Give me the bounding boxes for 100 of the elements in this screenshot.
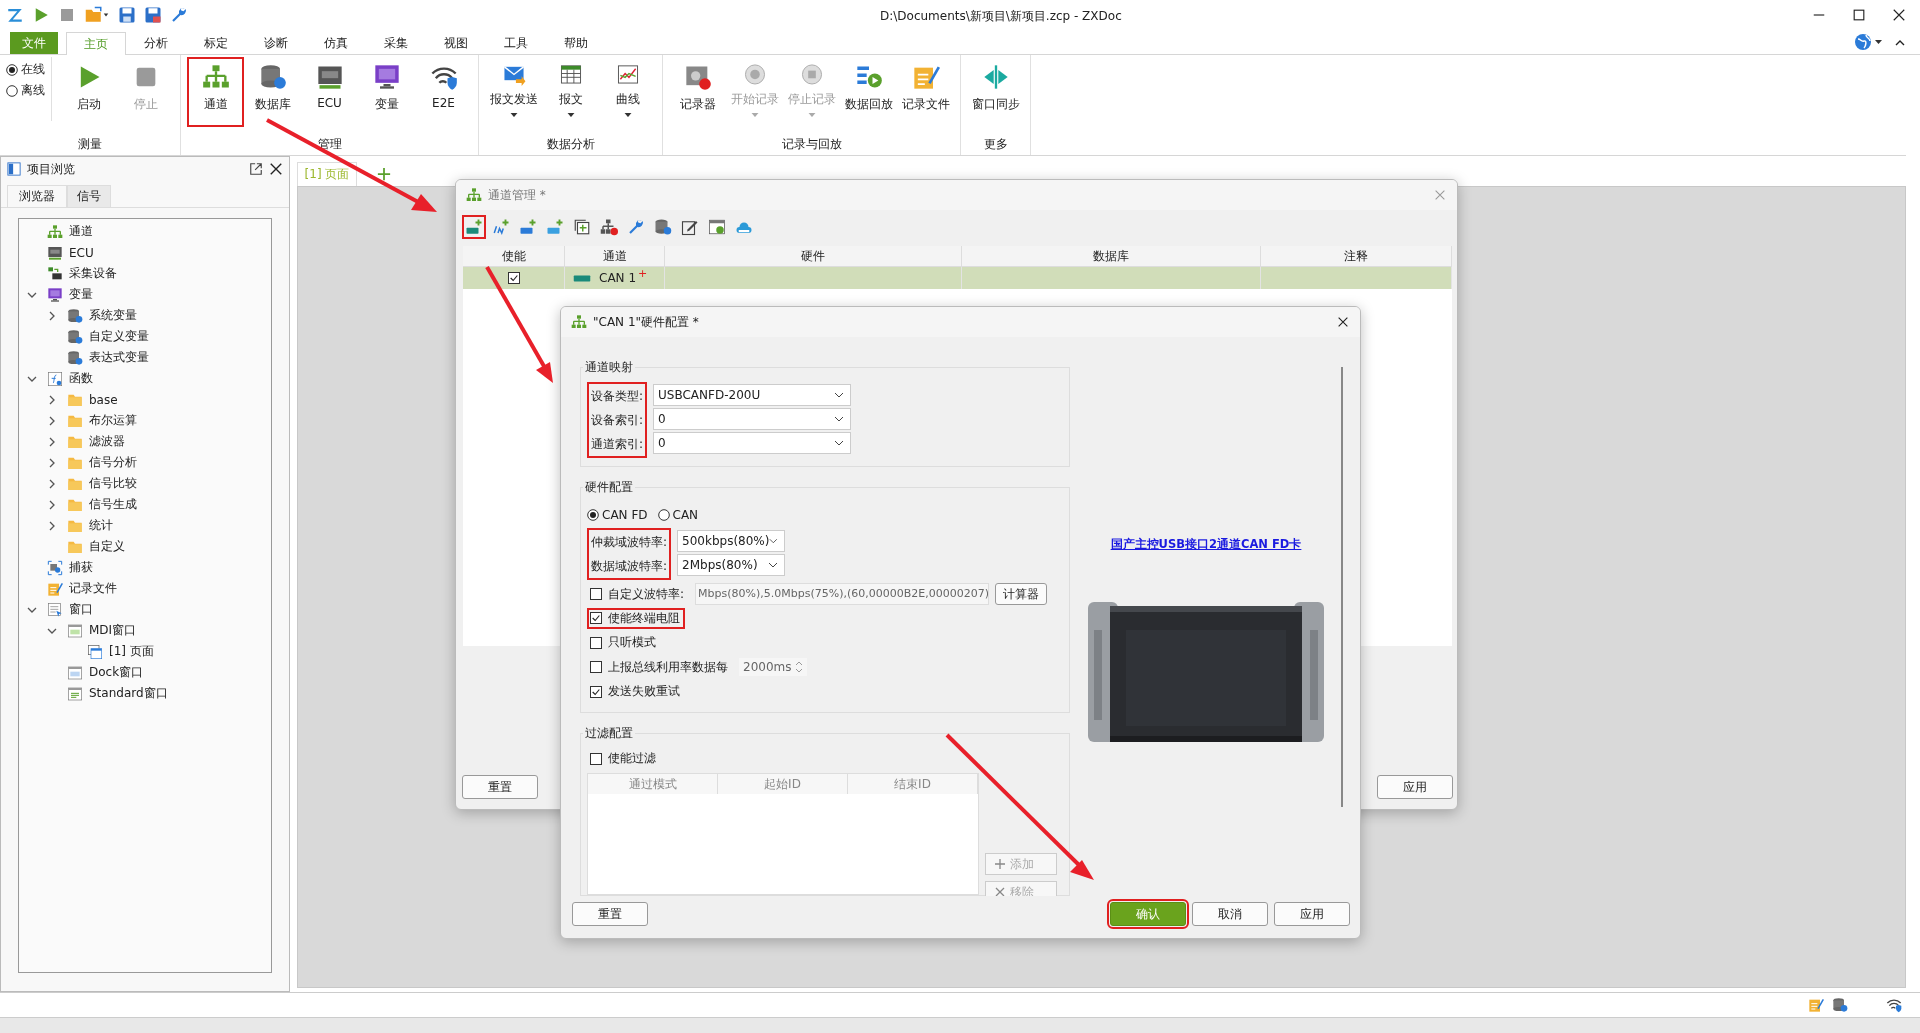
column-header[interactable]: 硬件 bbox=[665, 246, 962, 266]
tree-item[interactable]: 信号分析 bbox=[89, 454, 137, 471]
ribbon-tab[interactable]: 分析 bbox=[126, 32, 186, 54]
log-file-icon[interactable] bbox=[1808, 997, 1824, 1013]
tree-item[interactable]: base bbox=[89, 392, 118, 407]
ribbon-button[interactable]: 报文 bbox=[542, 57, 599, 119]
expand-chevron-icon[interactable] bbox=[47, 436, 57, 447]
checkbox[interactable]: 使能过滤 bbox=[587, 748, 661, 769]
dialog-button[interactable]: 重置 bbox=[572, 902, 648, 926]
tree-item[interactable]: 统计 bbox=[89, 517, 113, 534]
tree-item[interactable]: 窗口 bbox=[69, 601, 93, 618]
column-header[interactable]: 起始ID bbox=[718, 774, 848, 794]
dialog-button[interactable]: 应用 bbox=[1274, 902, 1350, 926]
checkbox[interactable]: 自定义波特率: bbox=[587, 583, 690, 605]
ribbon-button[interactable]: 曲线 bbox=[599, 57, 656, 119]
column-header[interactable]: 通过模式 bbox=[588, 774, 718, 794]
ribbon-button[interactable]: 启动 bbox=[60, 57, 117, 119]
expand-chevron-icon[interactable] bbox=[47, 415, 57, 426]
tree-item[interactable]: 变量 bbox=[69, 286, 93, 303]
ribbon-tab[interactable]: 采集 bbox=[366, 32, 426, 54]
tree-item[interactable]: 信号比较 bbox=[89, 475, 137, 492]
radio-button[interactable]: CAN bbox=[657, 508, 699, 522]
dialog-button[interactable]: 重置 bbox=[462, 775, 538, 799]
tree-item[interactable]: 通道 bbox=[69, 223, 93, 240]
column-header[interactable]: 结束ID bbox=[848, 774, 978, 794]
panel-tab[interactable]: 信号 bbox=[67, 185, 111, 207]
spin-field[interactable]: 2000ms bbox=[739, 658, 808, 677]
toolbar-button[interactable] bbox=[462, 215, 486, 239]
close-icon[interactable] bbox=[1892, 8, 1906, 22]
open-folder-icon[interactable] bbox=[84, 6, 110, 24]
dropdown-field[interactable]: USBCANFD-200U bbox=[653, 384, 852, 406]
tree-item[interactable]: [1] 页面 bbox=[109, 643, 154, 660]
database-icon[interactable] bbox=[1832, 997, 1848, 1013]
column-header[interactable]: 通道 bbox=[565, 246, 665, 266]
ribbon-button[interactable]: 数据回放 bbox=[840, 57, 897, 119]
panel-tab[interactable]: 浏览器 bbox=[7, 185, 67, 207]
radio-button[interactable]: 离线 bbox=[6, 82, 45, 99]
add-icon[interactable] bbox=[377, 167, 391, 181]
radio-button[interactable]: 在线 bbox=[6, 61, 45, 78]
ribbon-tab[interactable]: 工具 bbox=[486, 32, 546, 54]
tree-item[interactable]: 采集设备 bbox=[69, 265, 117, 282]
pop-out-icon[interactable] bbox=[249, 162, 263, 176]
tree-item[interactable]: 自定义 bbox=[89, 538, 125, 555]
ribbon-tab[interactable]: 仿真 bbox=[306, 32, 366, 54]
checkbox[interactable]: 使能终端电阻 bbox=[587, 607, 685, 629]
column-header[interactable]: 使能 bbox=[463, 246, 565, 266]
radio-icon[interactable] bbox=[6, 84, 18, 97]
stop-icon[interactable] bbox=[58, 6, 76, 24]
ribbon-tab[interactable]: 帮助 bbox=[546, 32, 606, 54]
save-as-icon[interactable] bbox=[144, 6, 162, 24]
ribbon-button[interactable]: ECU bbox=[301, 57, 358, 119]
column-header[interactable]: 注释 bbox=[1261, 246, 1452, 266]
tree-item[interactable]: 表达式变量 bbox=[89, 349, 149, 366]
expand-chevron-icon[interactable] bbox=[47, 310, 57, 321]
radio-icon[interactable] bbox=[587, 509, 599, 521]
calculator-button[interactable]: 计算器 bbox=[995, 583, 1048, 605]
language-icon[interactable] bbox=[1854, 33, 1884, 51]
ribbon-tab[interactable]: 诊断 bbox=[246, 32, 306, 54]
column-header[interactable]: 数据库 bbox=[962, 246, 1261, 266]
tree-item[interactable]: MDI窗口 bbox=[89, 622, 137, 639]
expand-chevron-icon[interactable] bbox=[47, 520, 57, 531]
tree-item[interactable]: 信号生成 bbox=[89, 496, 137, 513]
tree-item[interactable]: 捕获 bbox=[69, 559, 93, 576]
product-link[interactable]: 国产主控USB接口2通道CAN FD卡 bbox=[1110, 537, 1302, 552]
ribbon-button[interactable]: 变量 bbox=[358, 57, 415, 119]
ribbon-button[interactable]: 通道 bbox=[187, 57, 244, 127]
maximize-icon[interactable] bbox=[1852, 8, 1866, 22]
expand-chevron-icon[interactable] bbox=[47, 499, 57, 510]
checkbox[interactable]: 上报总线利用率数据每 bbox=[587, 656, 733, 678]
tree-item[interactable]: ECU bbox=[69, 245, 94, 260]
close-icon[interactable] bbox=[1336, 315, 1350, 329]
expand-chevron-icon[interactable] bbox=[47, 457, 57, 468]
expand-chevron-icon[interactable] bbox=[47, 478, 57, 489]
tree-item[interactable]: Standard窗口 bbox=[89, 685, 168, 702]
ribbon-button[interactable]: 数据库 bbox=[244, 57, 301, 119]
wrench-icon[interactable] bbox=[170, 6, 188, 24]
checkbox[interactable] bbox=[507, 272, 520, 284]
tree-item[interactable]: Dock窗口 bbox=[89, 664, 144, 681]
ribbon-tab[interactable]: 标定 bbox=[186, 32, 246, 54]
ribbon-button[interactable]: 报文发送 bbox=[485, 57, 542, 119]
radio-button[interactable]: CAN FD bbox=[587, 508, 648, 522]
input-field[interactable]: Mbps(80%),5.0Mbps(75%),(60,00000B2E,00000207) bbox=[695, 583, 990, 605]
table-row[interactable]: CAN 1 + bbox=[463, 267, 1452, 289]
checkbox[interactable]: 只听模式 bbox=[587, 632, 661, 654]
save-icon[interactable] bbox=[118, 6, 136, 24]
expand-chevron-icon[interactable] bbox=[47, 394, 57, 405]
tree-item[interactable]: 布尔运算 bbox=[89, 412, 137, 429]
tree-item[interactable]: 滤波器 bbox=[89, 433, 125, 450]
ribbon-button[interactable]: 记录文件 bbox=[897, 57, 954, 119]
radio-icon[interactable] bbox=[6, 63, 18, 76]
tree-item[interactable]: 自定义变量 bbox=[89, 328, 149, 345]
dropdown-field[interactable]: 0 bbox=[653, 432, 852, 454]
dropdown-field[interactable]: 2Mbps(80%) bbox=[677, 554, 786, 576]
ribbon-button[interactable]: 窗口同步 bbox=[967, 57, 1024, 119]
dropdown-field[interactable]: 500kbps(80%) bbox=[677, 530, 786, 552]
ribbon-button[interactable]: E2E bbox=[415, 57, 472, 119]
spin-arrows-icon[interactable] bbox=[795, 660, 804, 675]
ribbon-tab[interactable]: 视图 bbox=[426, 32, 486, 54]
close-icon[interactable] bbox=[269, 162, 283, 176]
dialog-button[interactable]: 取消 bbox=[1192, 902, 1268, 926]
